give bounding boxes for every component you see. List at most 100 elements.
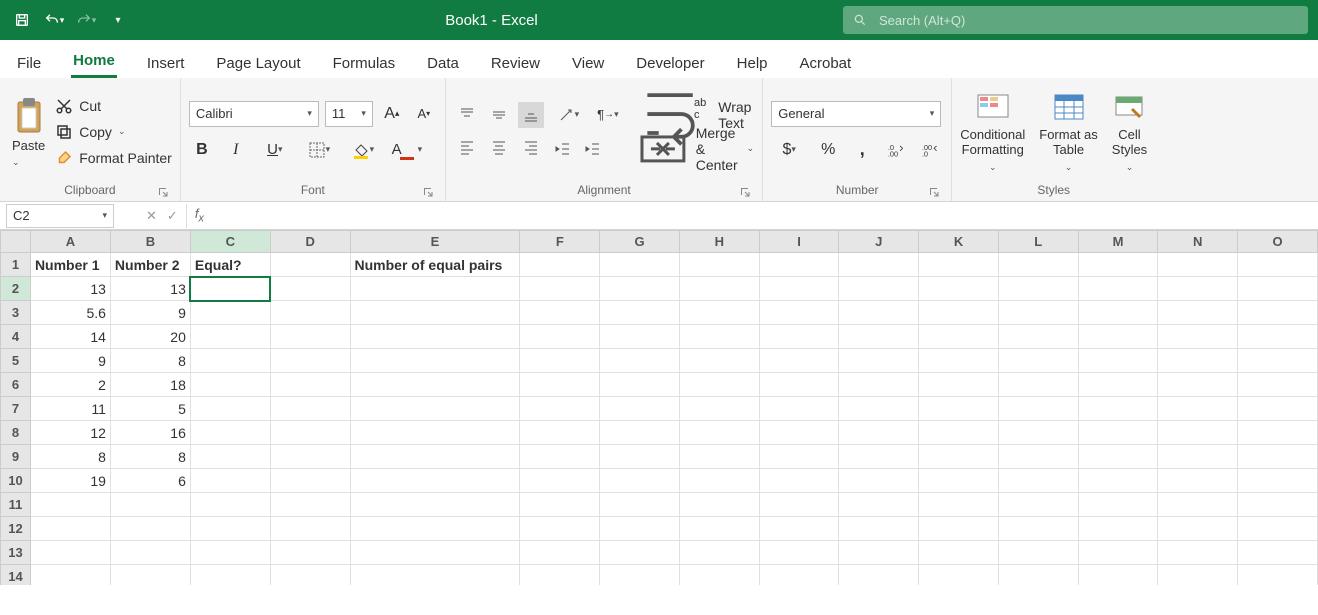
cell-N9[interactable] [1158,445,1238,469]
cell-D11[interactable] [270,493,350,517]
cell-O4[interactable] [1238,325,1318,349]
comma-button[interactable]: , [849,137,875,163]
row-header-14[interactable]: 14 [1,565,31,586]
cancel-formula-button[interactable]: ✕ [146,208,157,224]
cell-M13[interactable] [1078,541,1158,565]
cell-L10[interactable] [998,469,1078,493]
cell-A3[interactable]: 5.6 [30,301,110,325]
col-header-D[interactable]: D [270,231,350,253]
cell-O3[interactable] [1238,301,1318,325]
cell-O8[interactable] [1238,421,1318,445]
align-middle-button[interactable] [486,102,512,128]
cell-I2[interactable] [759,277,839,301]
cell-G2[interactable] [600,277,680,301]
orientation-button[interactable]: ▾ [550,102,586,128]
cell-D7[interactable] [270,397,350,421]
cell-B9[interactable]: 8 [110,445,190,469]
tab-formulas[interactable]: Formulas [331,47,398,78]
row-header-4[interactable]: 4 [1,325,31,349]
align-bottom-button[interactable] [518,102,544,128]
cell-L4[interactable] [998,325,1078,349]
cell-L1[interactable] [998,253,1078,277]
cell-I9[interactable] [759,445,839,469]
cell-K11[interactable] [919,493,999,517]
format-as-table-button[interactable]: Format as Table ⌄ [1039,91,1098,173]
col-header-M[interactable]: M [1078,231,1158,253]
cell-D2[interactable] [270,277,350,301]
cell-D9[interactable] [270,445,350,469]
cell-I5[interactable] [759,349,839,373]
underline-button[interactable]: U ▾ [257,137,293,163]
cell-F11[interactable] [520,493,600,517]
cell-G6[interactable] [600,373,680,397]
cell-K7[interactable] [919,397,999,421]
undo-button[interactable]: ▾ [42,8,66,32]
cell-M11[interactable] [1078,493,1158,517]
row-header-13[interactable]: 13 [1,541,31,565]
cell-N5[interactable] [1158,349,1238,373]
cell-C10[interactable] [190,469,270,493]
cell-O13[interactable] [1238,541,1318,565]
cell-E13[interactable] [350,541,520,565]
cell-I1[interactable] [759,253,839,277]
tab-file[interactable]: File [15,47,43,78]
cell-F9[interactable] [520,445,600,469]
cell-F10[interactable] [520,469,600,493]
cell-N13[interactable] [1158,541,1238,565]
cell-F13[interactable] [520,541,600,565]
cell-C2[interactable] [190,277,270,301]
cell-I12[interactable] [759,517,839,541]
cell-K9[interactable] [919,445,999,469]
cell-H7[interactable] [679,397,759,421]
cell-F6[interactable] [520,373,600,397]
row-header-2[interactable]: 2 [1,277,31,301]
cell-C14[interactable] [190,565,270,586]
cell-H9[interactable] [679,445,759,469]
paste-button[interactable]: Paste⌄ [12,138,45,168]
cell-K12[interactable] [919,517,999,541]
cell-N6[interactable] [1158,373,1238,397]
cell-N7[interactable] [1158,397,1238,421]
col-header-N[interactable]: N [1158,231,1238,253]
cell-J11[interactable] [839,493,919,517]
cell-H4[interactable] [679,325,759,349]
col-header-K[interactable]: K [919,231,999,253]
cell-B13[interactable] [110,541,190,565]
formula-input[interactable] [212,204,1318,228]
cell-C1[interactable]: Equal? [190,253,270,277]
cell-I10[interactable] [759,469,839,493]
cell-J3[interactable] [839,301,919,325]
cell-B5[interactable]: 8 [110,349,190,373]
font-color-button[interactable]: A▾ [389,137,425,163]
cell-N10[interactable] [1158,469,1238,493]
cell-K14[interactable] [919,565,999,586]
cell-G10[interactable] [600,469,680,493]
row-header-7[interactable]: 7 [1,397,31,421]
cell-H6[interactable] [679,373,759,397]
cell-B6[interactable]: 18 [110,373,190,397]
cell-C7[interactable] [190,397,270,421]
cell-L12[interactable] [998,517,1078,541]
cell-K6[interactable] [919,373,999,397]
merge-center-button[interactable]: Merge & Center ⌄ [636,136,754,162]
cell-L9[interactable] [998,445,1078,469]
col-header-F[interactable]: F [520,231,600,253]
cell-G1[interactable] [600,253,680,277]
cell-B7[interactable]: 5 [110,397,190,421]
cell-N11[interactable] [1158,493,1238,517]
cell-J6[interactable] [839,373,919,397]
cell-M14[interactable] [1078,565,1158,586]
cell-M8[interactable] [1078,421,1158,445]
cell-A5[interactable]: 9 [30,349,110,373]
row-header-11[interactable]: 11 [1,493,31,517]
cell-M4[interactable] [1078,325,1158,349]
cell-A13[interactable] [30,541,110,565]
row-header-8[interactable]: 8 [1,421,31,445]
cell-E14[interactable] [350,565,520,586]
cell-H5[interactable] [679,349,759,373]
cell-O1[interactable] [1238,253,1318,277]
cell-H3[interactable] [679,301,759,325]
cell-E12[interactable] [350,517,520,541]
cell-B1[interactable]: Number 2 [110,253,190,277]
cell-O5[interactable] [1238,349,1318,373]
